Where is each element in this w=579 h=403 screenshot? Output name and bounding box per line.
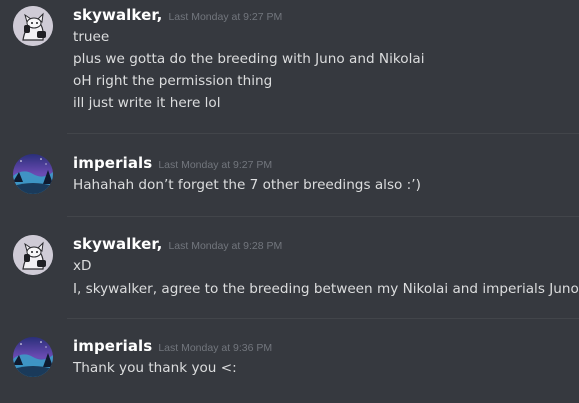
timestamp: Last Monday at 9:36 PM xyxy=(158,342,273,354)
timestamp: Last Monday at 9:27 PM xyxy=(158,159,273,171)
message-text: Thank you thank you <: xyxy=(73,360,237,376)
message-divider xyxy=(67,318,579,319)
message-divider xyxy=(67,133,579,134)
avatar[interactable] xyxy=(13,235,53,275)
message-text: oH right the permission thing xyxy=(73,73,273,89)
username[interactable]: skywalker, xyxy=(73,235,162,253)
message-header: imperials Last Monday at 9:27 PM xyxy=(73,154,272,174)
message-text: ill just write it here lol xyxy=(73,95,221,111)
night-landscape-avatar-icon xyxy=(13,337,53,377)
chat-log: skywalker, Last Monday at 9:27 PM truee … xyxy=(0,0,579,403)
avatar[interactable] xyxy=(13,337,53,377)
cat-headphones-avatar-icon xyxy=(13,6,53,46)
avatar[interactable] xyxy=(13,6,53,46)
message-text: Hahahah don’t forget the 7 other breedin… xyxy=(73,177,421,193)
message-header: imperials Last Monday at 9:36 PM xyxy=(73,337,272,357)
avatar[interactable] xyxy=(13,154,53,194)
timestamp: Last Monday at 9:27 PM xyxy=(168,11,283,23)
message-header: skywalker, Last Monday at 9:27 PM xyxy=(73,6,282,26)
message-text: truee xyxy=(73,29,110,45)
message-text: xD xyxy=(73,258,92,274)
username[interactable]: imperials xyxy=(73,337,152,355)
message-text: I, skywalker, agree to the breeding betw… xyxy=(73,281,579,297)
message-text: plus we gotta do the breeding with Juno … xyxy=(73,51,425,67)
username[interactable]: imperials xyxy=(73,154,152,172)
cat-headphones-avatar-icon xyxy=(13,235,53,275)
username[interactable]: skywalker, xyxy=(73,6,162,24)
timestamp: Last Monday at 9:28 PM xyxy=(168,240,283,252)
message-header: skywalker, Last Monday at 9:28 PM xyxy=(73,235,282,255)
message-divider xyxy=(67,216,579,217)
night-landscape-avatar-icon xyxy=(13,154,53,194)
